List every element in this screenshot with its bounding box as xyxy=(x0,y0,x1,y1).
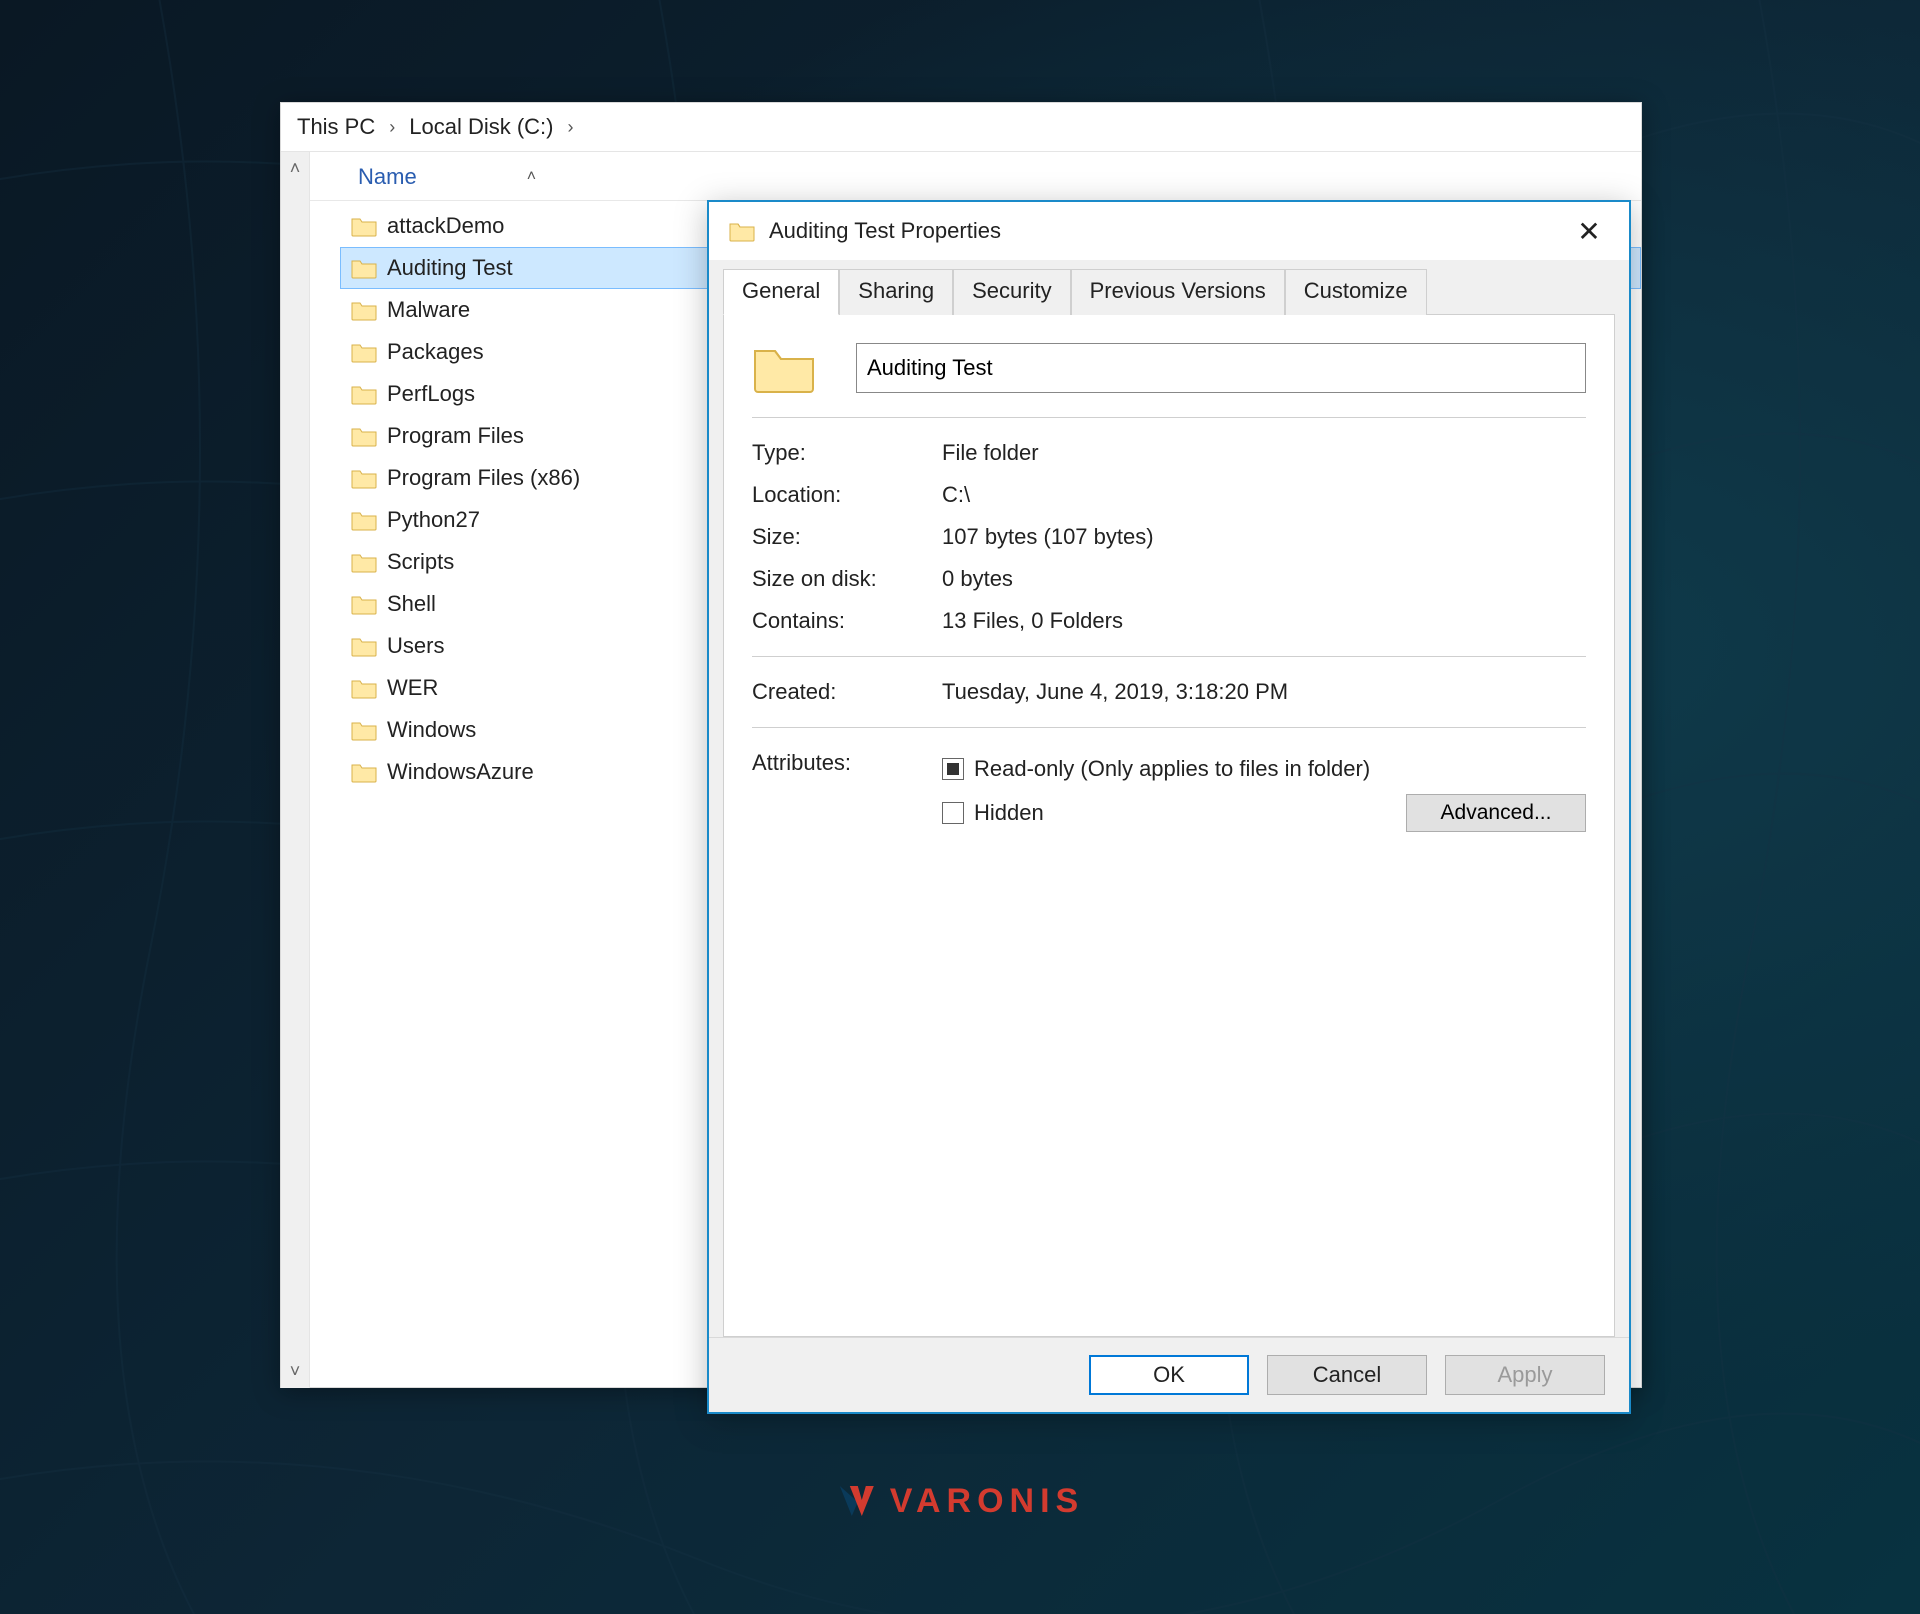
folder-label: Malware xyxy=(387,297,470,323)
value-location: C:\ xyxy=(942,482,1586,508)
folder-label: PerfLogs xyxy=(387,381,475,407)
chevron-down-icon[interactable]: ˅ xyxy=(290,1361,301,1382)
dialog-button-row: OK Cancel Apply xyxy=(709,1337,1629,1412)
varonis-logo: VARONIS xyxy=(836,1480,1084,1522)
dialog-title: Auditing Test Properties xyxy=(769,218,1001,244)
folder-label: Scripts xyxy=(387,549,454,575)
advanced-button[interactable]: Advanced... xyxy=(1406,794,1586,832)
checkbox-readonly[interactable] xyxy=(942,758,964,780)
folder-icon xyxy=(351,299,377,321)
label-created: Created: xyxy=(752,679,942,705)
chevron-right-icon: › xyxy=(389,117,395,138)
checkbox-hidden[interactable] xyxy=(942,802,964,824)
column-header-name[interactable]: Name ˄ xyxy=(310,158,1641,201)
chevron-up-icon[interactable]: ˄ xyxy=(290,158,301,179)
chevron-right-icon: › xyxy=(568,117,574,138)
cancel-button[interactable]: Cancel xyxy=(1267,1355,1427,1395)
folder-icon xyxy=(351,509,377,531)
folder-icon xyxy=(351,383,377,405)
folder-icon xyxy=(351,215,377,237)
folder-label: Windows xyxy=(387,717,476,743)
tab-customize[interactable]: Customize xyxy=(1285,269,1427,315)
label-size: Size: xyxy=(752,524,942,550)
ok-button[interactable]: OK xyxy=(1089,1355,1249,1395)
dialog-titlebar[interactable]: Auditing Test Properties ✕ xyxy=(709,202,1629,260)
label-hidden: Hidden xyxy=(974,800,1044,826)
value-created: Tuesday, June 4, 2019, 3:18:20 PM xyxy=(942,679,1586,705)
apply-button[interactable]: Apply xyxy=(1445,1355,1605,1395)
folder-icon xyxy=(351,551,377,573)
folder-icon xyxy=(351,341,377,363)
breadcrumb-drive[interactable]: Local Disk (C:) xyxy=(409,114,553,140)
label-readonly: Read-only (Only applies to files in fold… xyxy=(974,756,1370,782)
breadcrumb[interactable]: This PC › Local Disk (C:) › xyxy=(281,103,1641,152)
folder-label: Users xyxy=(387,633,444,659)
tab-general[interactable]: General xyxy=(723,269,839,315)
folder-icon xyxy=(351,467,377,489)
tab-previous-versions[interactable]: Previous Versions xyxy=(1071,269,1285,315)
folder-label: Auditing Test xyxy=(387,255,513,281)
explorer-window: This PC › Local Disk (C:) › ˄ ˅ Name ˄ a… xyxy=(280,102,1642,1388)
tab-security[interactable]: Security xyxy=(953,269,1070,315)
varonis-mark-icon xyxy=(836,1480,878,1522)
folder-label: Shell xyxy=(387,591,436,617)
folder-large-icon xyxy=(752,341,816,395)
folder-label: Packages xyxy=(387,339,484,365)
folder-label: WindowsAzure xyxy=(387,759,534,785)
folder-icon xyxy=(729,220,755,242)
folder-label: Program Files xyxy=(387,423,524,449)
value-contains: 13 Files, 0 Folders xyxy=(942,608,1586,634)
breadcrumb-root[interactable]: This PC xyxy=(297,114,375,140)
folder-label: WER xyxy=(387,675,438,701)
label-size-on-disk: Size on disk: xyxy=(752,566,942,592)
label-type: Type: xyxy=(752,440,942,466)
folder-label: attackDemo xyxy=(387,213,504,239)
properties-dialog: Auditing Test Properties ✕ General Shari… xyxy=(707,200,1631,1414)
close-icon[interactable]: ✕ xyxy=(1567,211,1611,251)
folder-icon xyxy=(351,425,377,447)
column-header-label: Name xyxy=(358,164,417,190)
folder-icon xyxy=(351,635,377,657)
tab-panel-general: Type:File folder Location:C:\ Size:107 b… xyxy=(723,314,1615,1337)
value-type: File folder xyxy=(942,440,1586,466)
folder-name-input[interactable] xyxy=(856,343,1586,393)
folder-label: Python27 xyxy=(387,507,480,533)
label-attributes: Attributes: xyxy=(752,750,942,776)
folder-icon xyxy=(351,677,377,699)
label-location: Location: xyxy=(752,482,942,508)
folder-icon xyxy=(351,761,377,783)
value-size: 107 bytes (107 bytes) xyxy=(942,524,1586,550)
brand-text: VARONIS xyxy=(890,1482,1084,1521)
tab-sharing[interactable]: Sharing xyxy=(839,269,953,315)
folder-icon xyxy=(351,719,377,741)
folder-icon xyxy=(351,593,377,615)
folder-icon xyxy=(351,257,377,279)
value-size-on-disk: 0 bytes xyxy=(942,566,1586,592)
folder-label: Program Files (x86) xyxy=(387,465,580,491)
tab-strip: General Sharing Security Previous Versio… xyxy=(723,268,1615,314)
sort-indicator-icon: ˄ xyxy=(527,168,536,186)
label-contains: Contains: xyxy=(752,608,942,634)
nav-scrollbar[interactable]: ˄ ˅ xyxy=(281,152,310,1388)
